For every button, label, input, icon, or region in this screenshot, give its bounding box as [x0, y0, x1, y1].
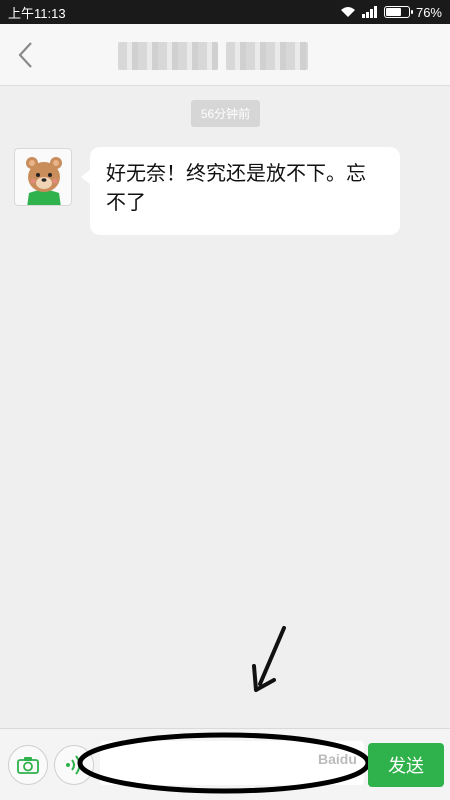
contact-name-blurred: [118, 42, 330, 70]
message-bubble[interactable]: 好无奈！终究还是放不下。忘不了: [81, 147, 400, 235]
status-time: 上午11:13: [8, 5, 66, 21]
camera-icon: [17, 757, 39, 774]
chevron-left-icon: [18, 42, 32, 68]
input-bar: 发送 Baidu: [0, 728, 450, 800]
blurred-name-part: [226, 42, 308, 70]
wifi-icon: [340, 7, 355, 17]
voice-icon: [66, 755, 81, 775]
blurred-name-part: [118, 42, 218, 70]
battery-percent: 76%: [415, 4, 442, 20]
message-text: 好无奈！终究还是放不下。忘不了: [106, 163, 366, 214]
battery-icon: [383, 6, 413, 18]
status-bar: 上午11:13 76%: [0, 0, 450, 24]
camera-button[interactable]: [8, 745, 48, 785]
status-icons: 76%: [340, 5, 442, 20]
voice-button[interactable]: [54, 745, 94, 785]
message-input[interactable]: [100, 741, 364, 785]
signal-icon: [361, 6, 377, 18]
chat-header: [0, 24, 450, 86]
send-button[interactable]: 发送: [368, 743, 444, 787]
avatar[interactable]: [14, 148, 72, 206]
back-button[interactable]: [10, 38, 40, 72]
bear-avatar-icon: [26, 157, 62, 205]
message-timestamp: 56分钟前: [191, 100, 260, 127]
annotation-arrow-icon: [252, 626, 286, 692]
